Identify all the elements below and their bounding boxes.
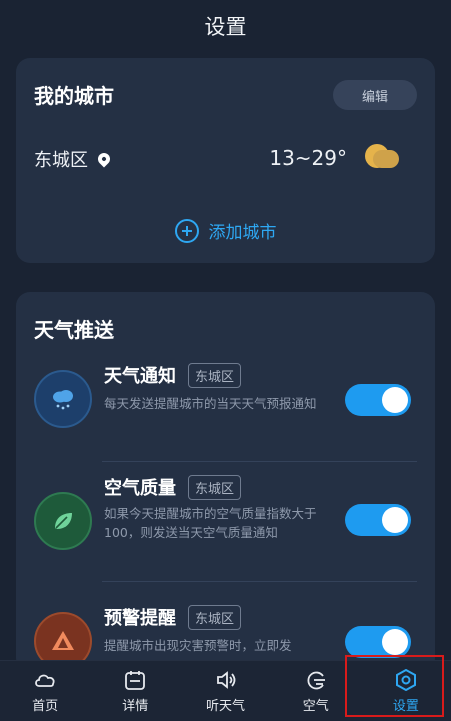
item-title-row: 空气质量 东城区 — [104, 474, 242, 500]
location-pin-icon — [95, 150, 113, 168]
city-row[interactable]: 东城区 — [34, 146, 113, 172]
weather-push-title: 天气推送 — [34, 318, 114, 342]
city-temperature: 13~29° — [269, 146, 347, 170]
toggle-knob — [382, 387, 408, 413]
push-item-air-quality: 空气质量 东城区 如果今天提醒城市的空气质量指数大于100，则发送当天空气质量通… — [16, 462, 435, 582]
tab-label: 首页 — [32, 698, 59, 714]
weather-notice-toggle[interactable] — [345, 384, 411, 416]
speaker-icon — [216, 670, 235, 689]
region-tag[interactable]: 东城区 — [188, 474, 242, 500]
item-title-row: 预警提醒 东城区 — [104, 604, 242, 630]
plus-circle-icon — [174, 218, 199, 243]
page-header: 设置 — [0, 0, 451, 52]
page-title: 设置 — [204, 15, 247, 39]
edit-button[interactable]: 编辑 — [333, 80, 417, 110]
cloud-icon — [35, 674, 55, 687]
item-title: 天气通知 — [104, 366, 176, 387]
tab-label: 详情 — [122, 698, 149, 714]
item-description: 提醒城市出现灾害预警时，立即发 — [104, 638, 292, 653]
city-name: 东城区 — [34, 150, 88, 171]
item-description: 每天发送提醒城市的当天天气预报通知 — [104, 396, 317, 411]
alert-toggle[interactable] — [345, 626, 411, 658]
region-tag[interactable]: 东城区 — [188, 362, 242, 388]
tab-label: 听天气 — [206, 698, 246, 714]
settings-tab-highlight — [345, 655, 444, 717]
toggle-knob — [382, 629, 408, 655]
add-city-label: 添加城市 — [208, 223, 277, 243]
item-description: 如果今天提醒城市的空气质量指数大于100，则发送当天空气质量通知 — [104, 506, 317, 540]
rain-cloud-icon — [34, 370, 92, 428]
add-city-button[interactable]: 添加城市 — [16, 218, 435, 243]
item-title: 空气质量 — [104, 478, 176, 499]
calendar-icon — [125, 670, 146, 690]
weather-push-card: 天气推送 天气通知 东城区 每天发送提醒城市的当天天气预报通知 空气质量 东城区… — [16, 292, 435, 672]
region-tag[interactable]: 东城区 — [188, 604, 242, 630]
tab-listen-weather[interactable]: 听天气 — [180, 661, 270, 721]
wind-icon — [307, 671, 325, 689]
push-item-weather-notice: 天气通知 东城区 每天发送提醒城市的当天天气预报通知 — [16, 344, 435, 462]
leaf-icon — [34, 492, 92, 550]
tab-label: 空气 — [302, 698, 329, 714]
toggle-knob — [382, 507, 408, 533]
item-title-row: 天气通知 东城区 — [104, 362, 242, 388]
my-city-card: 我的城市 编辑 东城区 13~29° 添加城市 — [16, 58, 435, 263]
item-title: 预警提醒 — [104, 608, 176, 629]
divider — [102, 581, 417, 582]
partly-cloudy-icon — [365, 144, 399, 170]
tab-detail[interactable]: 详情 — [90, 661, 180, 721]
my-city-title: 我的城市 — [34, 84, 114, 108]
air-quality-toggle[interactable] — [345, 504, 411, 536]
tab-home[interactable]: 首页 — [0, 661, 90, 721]
